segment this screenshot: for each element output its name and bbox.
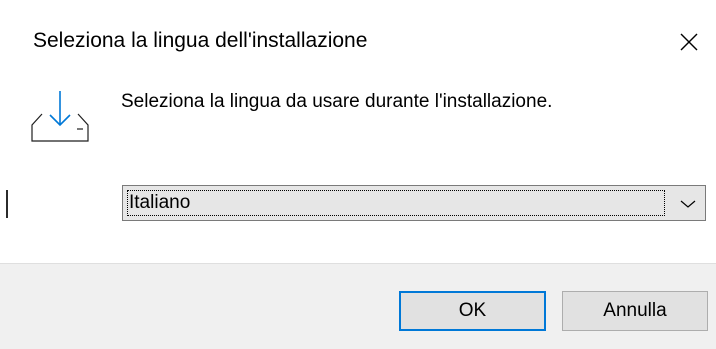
- language-select-arrow[interactable]: [677, 194, 699, 214]
- title-bar: Seleziona la lingua dell'installazione: [0, 0, 716, 86]
- language-select-value: Italiano: [127, 190, 665, 216]
- dialog-footer: OK Annulla: [0, 263, 716, 349]
- window-edge-mark: [6, 190, 8, 218]
- language-selection-dialog: Seleziona la lingua dell'installazione S…: [0, 0, 716, 349]
- language-select[interactable]: Italiano: [122, 185, 706, 221]
- chevron-down-icon: [680, 200, 696, 208]
- cancel-button[interactable]: Annulla: [562, 291, 708, 331]
- dialog-title: Seleziona la lingua dell'installazione: [33, 29, 368, 52]
- ok-button[interactable]: OK: [399, 291, 546, 331]
- prompt-text: Seleziona la lingua da usare durante l'i…: [121, 91, 553, 112]
- close-icon: [680, 33, 698, 51]
- install-download-icon: [31, 91, 89, 142]
- close-button[interactable]: [668, 20, 710, 64]
